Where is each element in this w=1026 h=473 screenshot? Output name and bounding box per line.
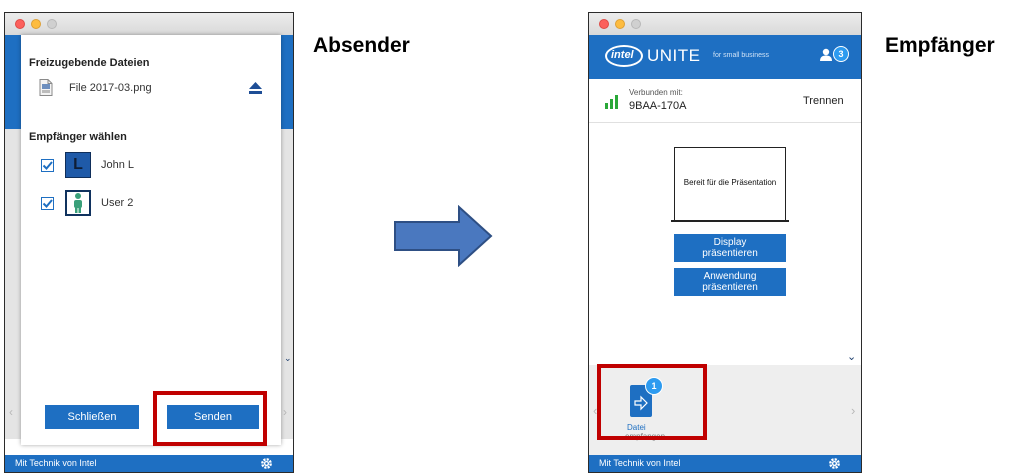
present-display-line1: Display [713, 237, 747, 248]
brand-unite: UNITE [647, 46, 701, 65]
zoom-window-button[interactable] [47, 19, 57, 29]
sender-label: Absender [313, 34, 410, 57]
intel-logo: intel [605, 45, 643, 67]
connection-status: Verbunden mit: 9BAA-170A Trennen [589, 79, 861, 123]
file-name: File 2017-03.png [69, 82, 152, 94]
receiver-footer: Mit Technik von Intel [589, 455, 861, 472]
present-app-line2: präsentieren [702, 282, 758, 293]
recipient-checkbox[interactable] [41, 159, 54, 172]
present-app-button[interactable]: Anwendung präsentieren [674, 268, 786, 296]
footer-text: Mit Technik von Intel [599, 458, 681, 468]
gear-icon[interactable] [828, 457, 841, 470]
arrow-right-icon [393, 204, 493, 268]
right-chevron-icon[interactable]: › [851, 403, 855, 418]
recipient-checkbox[interactable] [41, 197, 54, 210]
chevron-down-icon[interactable]: ⌄ [847, 350, 856, 363]
ready-text: Bereit für die Präsentation [683, 178, 777, 187]
brand-intel: intel [611, 49, 634, 61]
minimize-window-button[interactable] [615, 19, 625, 29]
file-icon [39, 79, 53, 96]
receiver-header: intel UNITE for small business 3 [589, 35, 861, 79]
receiver-label: Empfänger [885, 34, 995, 57]
sender-footer: Mit Technik von Intel [5, 455, 293, 472]
footer-text: Mit Technik von Intel [15, 458, 97, 468]
recipients-title: Empfänger wählen [29, 131, 127, 143]
highlight-received-file [597, 364, 707, 440]
present-display-button[interactable]: Display präsentieren [674, 234, 786, 262]
signal-icon [605, 95, 619, 109]
connected-id: 9BAA-170A [629, 100, 687, 112]
gear-icon[interactable] [260, 457, 273, 470]
avatar: L [65, 152, 91, 178]
present-app-line1: Anwendung [703, 271, 757, 282]
receiver-titlebar [589, 13, 861, 36]
recipient-name: User 2 [101, 197, 134, 209]
chevron-down-icon: ⌄ [284, 353, 292, 363]
right-chevron-icon: › [283, 405, 287, 419]
minimize-window-button[interactable] [31, 19, 41, 29]
connected-label: Verbunden mit: [629, 88, 683, 97]
brand-tagline: for small business [713, 52, 770, 59]
close-window-button[interactable] [15, 19, 25, 29]
presentation-screen: Bereit für die Präsentation [674, 147, 786, 221]
presentation-screen-base [671, 220, 789, 222]
share-file-dialog: Freizugebende Dateien File 2017-03.png E… [21, 35, 281, 445]
highlight-send-button [153, 391, 267, 446]
participant-count-badge: 3 [833, 46, 849, 62]
zoom-window-button[interactable] [631, 19, 641, 29]
eject-icon[interactable] [249, 81, 262, 94]
sender-titlebar [5, 13, 293, 36]
recipient-name: John L [101, 159, 135, 171]
shared-files-title: Freizugebende Dateien [29, 57, 150, 69]
avatar [65, 190, 91, 216]
close-button[interactable]: Schließen [45, 405, 139, 429]
left-chevron-icon: ‹ [9, 405, 13, 419]
disconnect-link[interactable]: Trennen [803, 95, 844, 107]
participants-icon[interactable] [819, 48, 833, 62]
present-display-line2: präsentieren [702, 248, 758, 259]
close-window-button[interactable] [599, 19, 609, 29]
